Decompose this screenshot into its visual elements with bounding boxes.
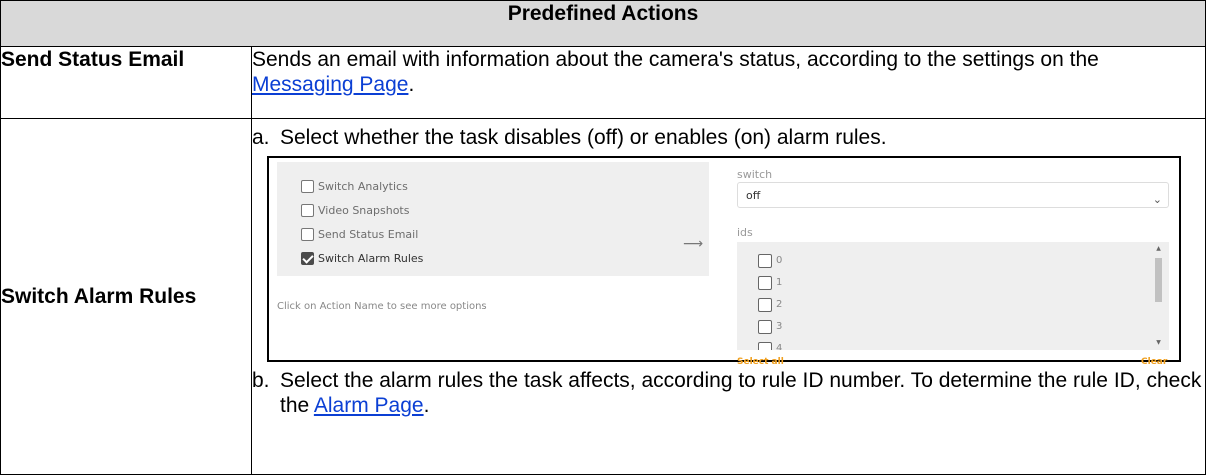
step-b-marker: b. xyxy=(252,369,270,392)
description-end: . xyxy=(408,73,415,96)
action-label: Switch Alarm Rules xyxy=(318,252,424,265)
action-label: Video Snapshots xyxy=(318,204,410,217)
predefined-actions-table: Predefined Actions Send Status Email Sen… xyxy=(0,0,1206,475)
checkbox-icon[interactable] xyxy=(758,297,772,312)
checkbox-icon[interactable] xyxy=(758,319,772,334)
step-b-end: . xyxy=(423,394,430,417)
checkbox-icon[interactable] xyxy=(301,180,314,193)
description-switch-alarm-rules: a. Select whether the task disables (off… xyxy=(251,118,1206,475)
step-a: a. Select whether the task disables (off… xyxy=(252,125,1205,150)
checkbox-icon[interactable] xyxy=(758,253,772,268)
table-row: Switch Alarm Rules a. Select whether the… xyxy=(0,118,1206,475)
action-send-status-email[interactable]: Send Status Email xyxy=(301,222,418,247)
ids-list[interactable]: 0 1 2 3 4 ▲ ▼ xyxy=(737,242,1169,350)
action-label: Send Status Email xyxy=(318,228,419,241)
action-list-panel: Switch Analytics Video Snapshots Send St… xyxy=(277,162,709,276)
table-title: Predefined Actions xyxy=(0,0,1206,47)
checkbox-icon[interactable] xyxy=(758,275,772,290)
clear-button[interactable]: Clear xyxy=(1141,350,1167,375)
step-a-marker: a. xyxy=(252,126,270,149)
id-label: 4 xyxy=(776,343,783,350)
term-send-status-email: Send Status Email xyxy=(0,46,252,119)
scroll-up-icon[interactable]: ▲ xyxy=(1154,246,1163,252)
step-b-text: Select the alarm rules the task affects,… xyxy=(280,368,1205,418)
scrollbar[interactable]: ▲ ▼ xyxy=(1154,246,1163,346)
action-switch-alarm-rules[interactable]: Switch Alarm Rules xyxy=(301,246,423,271)
chevron-down-icon: ⌄ xyxy=(1152,193,1162,206)
action-hint: Click on Action Name to see more options xyxy=(277,301,487,312)
scrollbar-thumb[interactable] xyxy=(1155,258,1162,302)
checkbox-icon[interactable] xyxy=(758,341,772,350)
step-a-text: Select whether the task disables (off) o… xyxy=(280,126,887,149)
arrow-right-icon: ⟶ xyxy=(683,236,704,252)
id-option[interactable]: 4 xyxy=(758,336,782,350)
alarm-page-link[interactable]: Alarm Page xyxy=(314,394,424,417)
scroll-down-icon[interactable]: ▼ xyxy=(1154,340,1163,346)
checkbox-icon[interactable] xyxy=(301,228,314,241)
description-text: Sends an email with information about th… xyxy=(252,48,1099,71)
messaging-page-link[interactable]: Messaging Page xyxy=(252,73,408,96)
step-b: b. Select the alarm rules the task affec… xyxy=(252,368,1205,418)
select-all-button[interactable]: Select all xyxy=(737,350,784,375)
switch-select[interactable]: off ⌄ xyxy=(737,182,1169,208)
table-row: Send Status Email Sends an email with in… xyxy=(0,46,1206,119)
action-label: Switch Analytics xyxy=(318,180,408,193)
description-send-status-email: Sends an email with information about th… xyxy=(251,46,1206,119)
action-switch-analytics[interactable]: Switch Analytics xyxy=(301,174,408,199)
term-switch-alarm-rules: Switch Alarm Rules xyxy=(0,118,252,475)
checkbox-icon[interactable] xyxy=(301,204,314,217)
embedded-screenshot: Switch Analytics Video Snapshots Send St… xyxy=(267,156,1181,367)
switch-value: off xyxy=(746,188,761,202)
action-video-snapshots[interactable]: Video Snapshots xyxy=(301,198,409,223)
checkbox-checked-icon[interactable] xyxy=(301,252,314,265)
